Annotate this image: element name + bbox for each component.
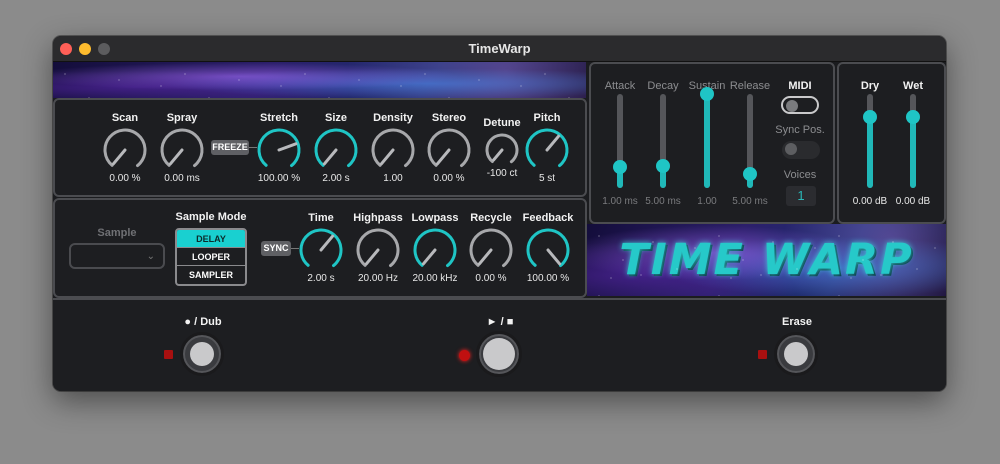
spray-label: Spray xyxy=(166,112,198,124)
sync-pos-toggle[interactable] xyxy=(782,141,820,159)
feedback-knob-pointer xyxy=(546,248,562,266)
lowpass-knob[interactable] xyxy=(411,226,459,274)
pitch-label: Pitch xyxy=(533,112,561,124)
wet-slider-thumb[interactable] xyxy=(906,109,920,124)
detune-knob-pointer xyxy=(492,148,504,162)
dry-slider-thumb[interactable] xyxy=(863,109,877,124)
spray-value: 0.00 ms xyxy=(164,173,200,184)
record-dub-label: ● / Dub xyxy=(184,316,222,328)
size-knob-pointer xyxy=(322,148,338,166)
freeze-connector xyxy=(249,147,257,148)
voices-label: Voices xyxy=(783,169,817,181)
wet-slider-fill xyxy=(910,116,916,188)
feedback-value: 100.00 % xyxy=(526,273,570,284)
sync-button[interactable]: SYNC xyxy=(261,241,291,256)
lowpass-knob-pointer xyxy=(421,248,437,266)
record-dub-footswitch[interactable] xyxy=(180,332,224,376)
recycle-knob-pointer xyxy=(477,248,493,266)
pitch-knob[interactable] xyxy=(523,126,571,174)
sync-connector xyxy=(291,248,299,249)
sync-pos-toggle-knob xyxy=(785,143,797,155)
erase-led xyxy=(758,350,767,359)
sample-select[interactable]: ⌄ xyxy=(69,243,165,269)
spray-knob-pointer xyxy=(168,148,184,166)
midi-label: MIDI xyxy=(788,80,812,92)
play-stop-footswitch[interactable] xyxy=(476,331,522,377)
release-slider-thumb[interactable] xyxy=(743,166,757,181)
sample-mode-label: Sample Mode xyxy=(175,211,247,223)
dry-slider-fill xyxy=(867,116,873,188)
time-knob[interactable] xyxy=(297,226,345,274)
play-stop-label: ► / ■ xyxy=(486,316,514,328)
transport-bar: ● / Dub ► / ■ Erase xyxy=(53,298,946,391)
feedback-label: Feedback xyxy=(522,212,574,224)
midi-toggle-knob xyxy=(786,100,798,112)
wet-label: Wet xyxy=(903,80,923,92)
plugin-window: TimeWarp Scan 0.00 % Spray 0.00 ms Stretch 10… xyxy=(53,36,946,391)
mode-looper-button[interactable]: LOOPER xyxy=(177,248,245,266)
scan-knob[interactable] xyxy=(101,126,149,174)
sync-pos-label: Sync Pos. xyxy=(775,124,825,136)
mode-sampler-button[interactable]: SAMPLER xyxy=(177,266,245,284)
stereo-knob[interactable] xyxy=(425,126,473,174)
pitch-value: 5 st xyxy=(538,173,556,184)
freeze-button[interactable]: FREEZE xyxy=(211,140,249,155)
time-knob-pointer xyxy=(319,234,335,252)
highpass-knob-pointer xyxy=(364,248,380,266)
erase-footswitch[interactable] xyxy=(774,332,818,376)
spray-knob[interactable] xyxy=(158,126,206,174)
window-title: TimeWarp xyxy=(468,41,531,56)
record-led xyxy=(164,350,173,359)
stretch-knob[interactable] xyxy=(255,126,303,174)
density-knob-pointer xyxy=(379,148,395,166)
detune-knob[interactable] xyxy=(483,131,521,169)
chevron-down-icon: ⌄ xyxy=(146,251,155,262)
voices-field[interactable]: 1 xyxy=(786,186,816,206)
sample-mode-selector: DELAY LOOPER SAMPLER xyxy=(175,228,247,286)
title-bar: TimeWarp xyxy=(53,36,946,62)
release-value: 5.00 ms xyxy=(732,196,768,207)
sustain-slider-fill xyxy=(704,94,710,188)
pitch-knob-pointer xyxy=(545,134,561,152)
time-warp-logo: TIME WARP xyxy=(587,224,946,296)
midi-toggle[interactable] xyxy=(781,96,819,114)
play-led xyxy=(459,350,470,361)
sample-label: Sample xyxy=(97,227,137,239)
stretch-knob-pointer xyxy=(277,142,298,152)
recycle-knob[interactable] xyxy=(467,226,515,274)
scan-knob-pointer xyxy=(111,148,127,166)
highpass-knob[interactable] xyxy=(354,226,402,274)
stereo-knob-pointer xyxy=(435,148,451,166)
feedback-knob[interactable] xyxy=(524,226,572,274)
space-banner-top xyxy=(53,62,586,98)
logo-text: TIME WARP xyxy=(619,235,914,285)
erase-label: Erase xyxy=(782,316,812,328)
wet-value: 0.00 dB xyxy=(895,196,931,207)
density-knob[interactable] xyxy=(369,126,417,174)
mode-delay-button[interactable]: DELAY xyxy=(177,230,245,248)
size-knob[interactable] xyxy=(312,126,360,174)
